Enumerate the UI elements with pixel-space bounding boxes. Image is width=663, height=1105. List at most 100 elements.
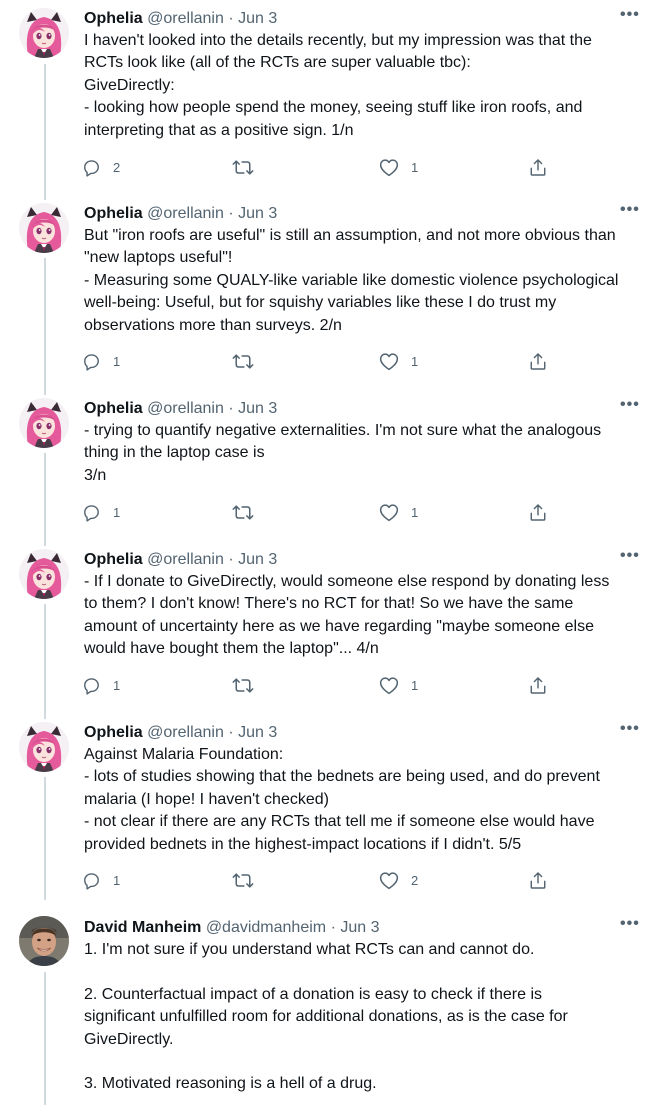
reply-icon [82,871,101,890]
like-button[interactable]: 1 [379,349,418,373]
more-icon[interactable]: ••• [620,548,639,571]
author-handle[interactable]: @orellanin [147,205,224,222]
tweet-text-line: amount of uncertainty here as we have re… [84,617,594,635]
author-name[interactable]: David Manheim [84,919,201,936]
thread-connector-line [44,604,46,719]
thread-connector-line [44,64,46,200]
author-handle[interactable]: @orellanin [147,400,224,417]
tweet-text-line: RCTs look like (all of the RCTs are supe… [84,54,471,72]
tweet-text-line: - looking how people spend the money, se… [84,99,583,117]
reply-button[interactable]: 1 [82,500,120,524]
tweet-text-line: observations more than surveys. 2/n [84,316,342,334]
tweet-date[interactable]: Jun 3 [238,551,277,568]
author-name[interactable]: Ophelia [84,724,143,741]
tweet[interactable]: Ophelia @orellanin · Jun 3 ••• I haven't l… [0,7,663,177]
tweet-text-line: to them? I don't know! There's no RCT fo… [84,595,574,613]
like-count: 1 [411,677,419,693]
tweet-date[interactable]: Jun 3 [340,919,379,936]
reply-button[interactable]: 1 [82,349,120,373]
tweet[interactable]: David Manheim @davidmanheim · Jun 3 ••• 1.… [0,916,663,1093]
author-name[interactable]: Ophelia [84,551,143,568]
share-button[interactable] [529,868,547,892]
more-icon[interactable]: ••• [620,916,639,939]
tweet-text-line: 3/n [84,466,107,484]
author-name[interactable]: Ophelia [84,205,143,222]
tweet-text: But "iron roofs are useful" is still an … [84,225,644,337]
tweet-text: - If I donate to GiveDirectly, would som… [84,571,644,661]
like-icon [379,503,399,522]
tweet-header: David Manheim @davidmanheim · Jun 3 [84,917,379,939]
separator-dot: · [228,724,234,741]
tweet-actions: 11 [82,673,562,697]
tweet-text-line: GiveDirectly. [84,1030,174,1048]
author-handle[interactable]: @orellanin [147,551,224,568]
retweet-icon [232,871,254,890]
more-icon[interactable]: ••• [620,7,639,30]
retweet-button[interactable] [232,349,266,373]
tweet[interactable]: Ophelia @orellanin · Jun 3 ••• - trying to… [0,397,663,522]
reply-count: 1 [113,504,121,520]
tweet-date[interactable]: Jun 3 [238,400,277,417]
share-button[interactable] [529,155,547,179]
author-handle[interactable]: @davidmanheim [206,919,326,936]
avatar[interactable] [19,722,69,772]
tweet-text: 1. I'm not sure if you understand what R… [84,939,644,1096]
reply-count: 1 [113,353,121,369]
author-name[interactable]: Ophelia [84,10,143,27]
like-button[interactable]: 1 [379,155,418,179]
tweet-text-line: thing in the laptop case is [84,444,265,462]
like-button[interactable]: 2 [379,868,418,892]
tweet-date[interactable]: Jun 3 [238,724,277,741]
tweet-date[interactable]: Jun 3 [238,205,277,222]
reply-button[interactable]: 1 [82,868,120,892]
more-icon[interactable]: ••• [620,202,639,225]
retweet-button[interactable] [232,500,266,524]
thread-connector-line [44,972,46,1105]
tweet-text-line: I haven't looked into the details recent… [84,32,592,49]
tweet[interactable]: Ophelia @orellanin · Jun 3 ••• - If I dona… [0,548,663,695]
retweet-icon [232,676,254,695]
like-button[interactable]: 1 [379,673,418,697]
avatar[interactable] [19,398,69,448]
tweet-text-line: interpreting that as a positive sign. 1/… [84,121,354,139]
tweet[interactable]: Ophelia @orellanin · Jun 3 ••• Against Mal… [0,721,663,890]
share-button[interactable] [529,349,547,373]
tweet-date[interactable]: Jun 3 [238,10,277,27]
retweet-button[interactable] [232,868,266,892]
share-icon [529,158,547,177]
tweet-text-line: - not clear if there are any RCTs that t… [84,813,595,831]
retweet-button[interactable] [232,155,266,179]
tweet-text-line [84,961,644,983]
reply-button[interactable]: 2 [82,155,120,179]
avatar[interactable] [19,549,69,599]
author-handle[interactable]: @orellanin [147,724,224,741]
author-handle[interactable]: @orellanin [147,10,224,27]
tweet-text-line [84,1051,644,1073]
like-count: 1 [411,504,419,520]
separator-dot: · [330,919,336,936]
thread-connector-line [44,453,46,546]
reply-icon [82,676,101,695]
tweet-text-line: "new laptops useful"! [84,249,233,267]
reply-button[interactable]: 1 [82,673,120,697]
avatar[interactable] [19,203,69,253]
share-button[interactable] [529,500,547,524]
share-icon [529,676,547,695]
reply-icon [82,158,101,177]
more-icon[interactable]: ••• [620,397,639,420]
tweet[interactable]: Ophelia @orellanin · Jun 3 ••• But "iron r… [0,202,663,371]
more-icon[interactable]: ••• [620,721,639,744]
avatar[interactable] [19,916,69,966]
tweet-text-line: would have bought them the laptop"... 4/… [84,640,379,658]
author-name[interactable]: Ophelia [84,400,143,417]
tweet-header: Ophelia @orellanin · Jun 3 [84,398,277,420]
tweet-text: - trying to quantify negative externalit… [84,420,644,487]
avatar[interactable] [19,8,69,58]
tweet-text-line: well-being: Useful, but for squishy vari… [84,294,557,312]
like-icon [379,158,399,177]
retweet-button[interactable] [232,673,266,697]
like-button[interactable]: 1 [379,500,418,524]
tweet-text: I haven't looked into the details recent… [84,30,644,142]
reply-count: 1 [113,677,121,693]
share-button[interactable] [529,673,547,697]
